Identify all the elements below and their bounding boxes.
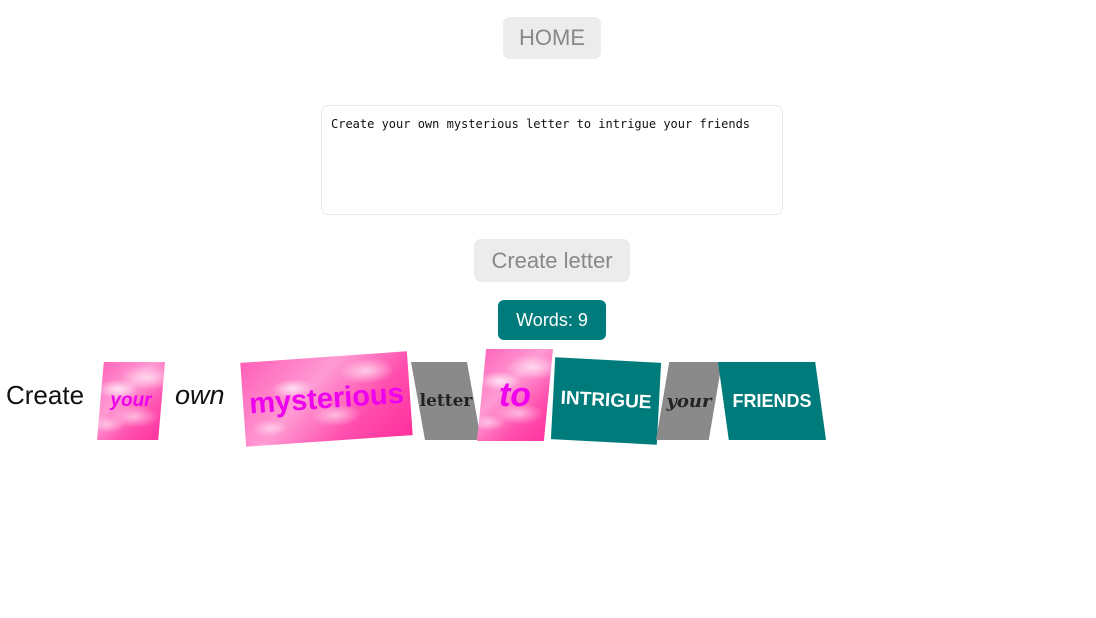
letter-word: your <box>656 362 722 440</box>
letter-word: own <box>175 380 225 410</box>
letter-word: FRIENDS <box>718 362 826 440</box>
create-letter-button[interactable]: Create letter <box>474 239 630 282</box>
letter-word: Create <box>6 380 85 410</box>
letter-word: your <box>97 362 165 440</box>
letter-word: INTRIGUE <box>550 357 662 445</box>
letter-word: letter <box>411 362 481 440</box>
word-count-badge: Words: 9 <box>498 300 606 340</box>
letter-word: mysterious <box>240 351 413 447</box>
letter-creator-page: HOME Create your own mysterious letter t… <box>0 0 1096 618</box>
letter-text-input[interactable]: Create your own mysterious letter to int… <box>321 105 783 215</box>
home-button[interactable]: HOME <box>503 17 601 59</box>
letter-word: to <box>477 349 553 441</box>
